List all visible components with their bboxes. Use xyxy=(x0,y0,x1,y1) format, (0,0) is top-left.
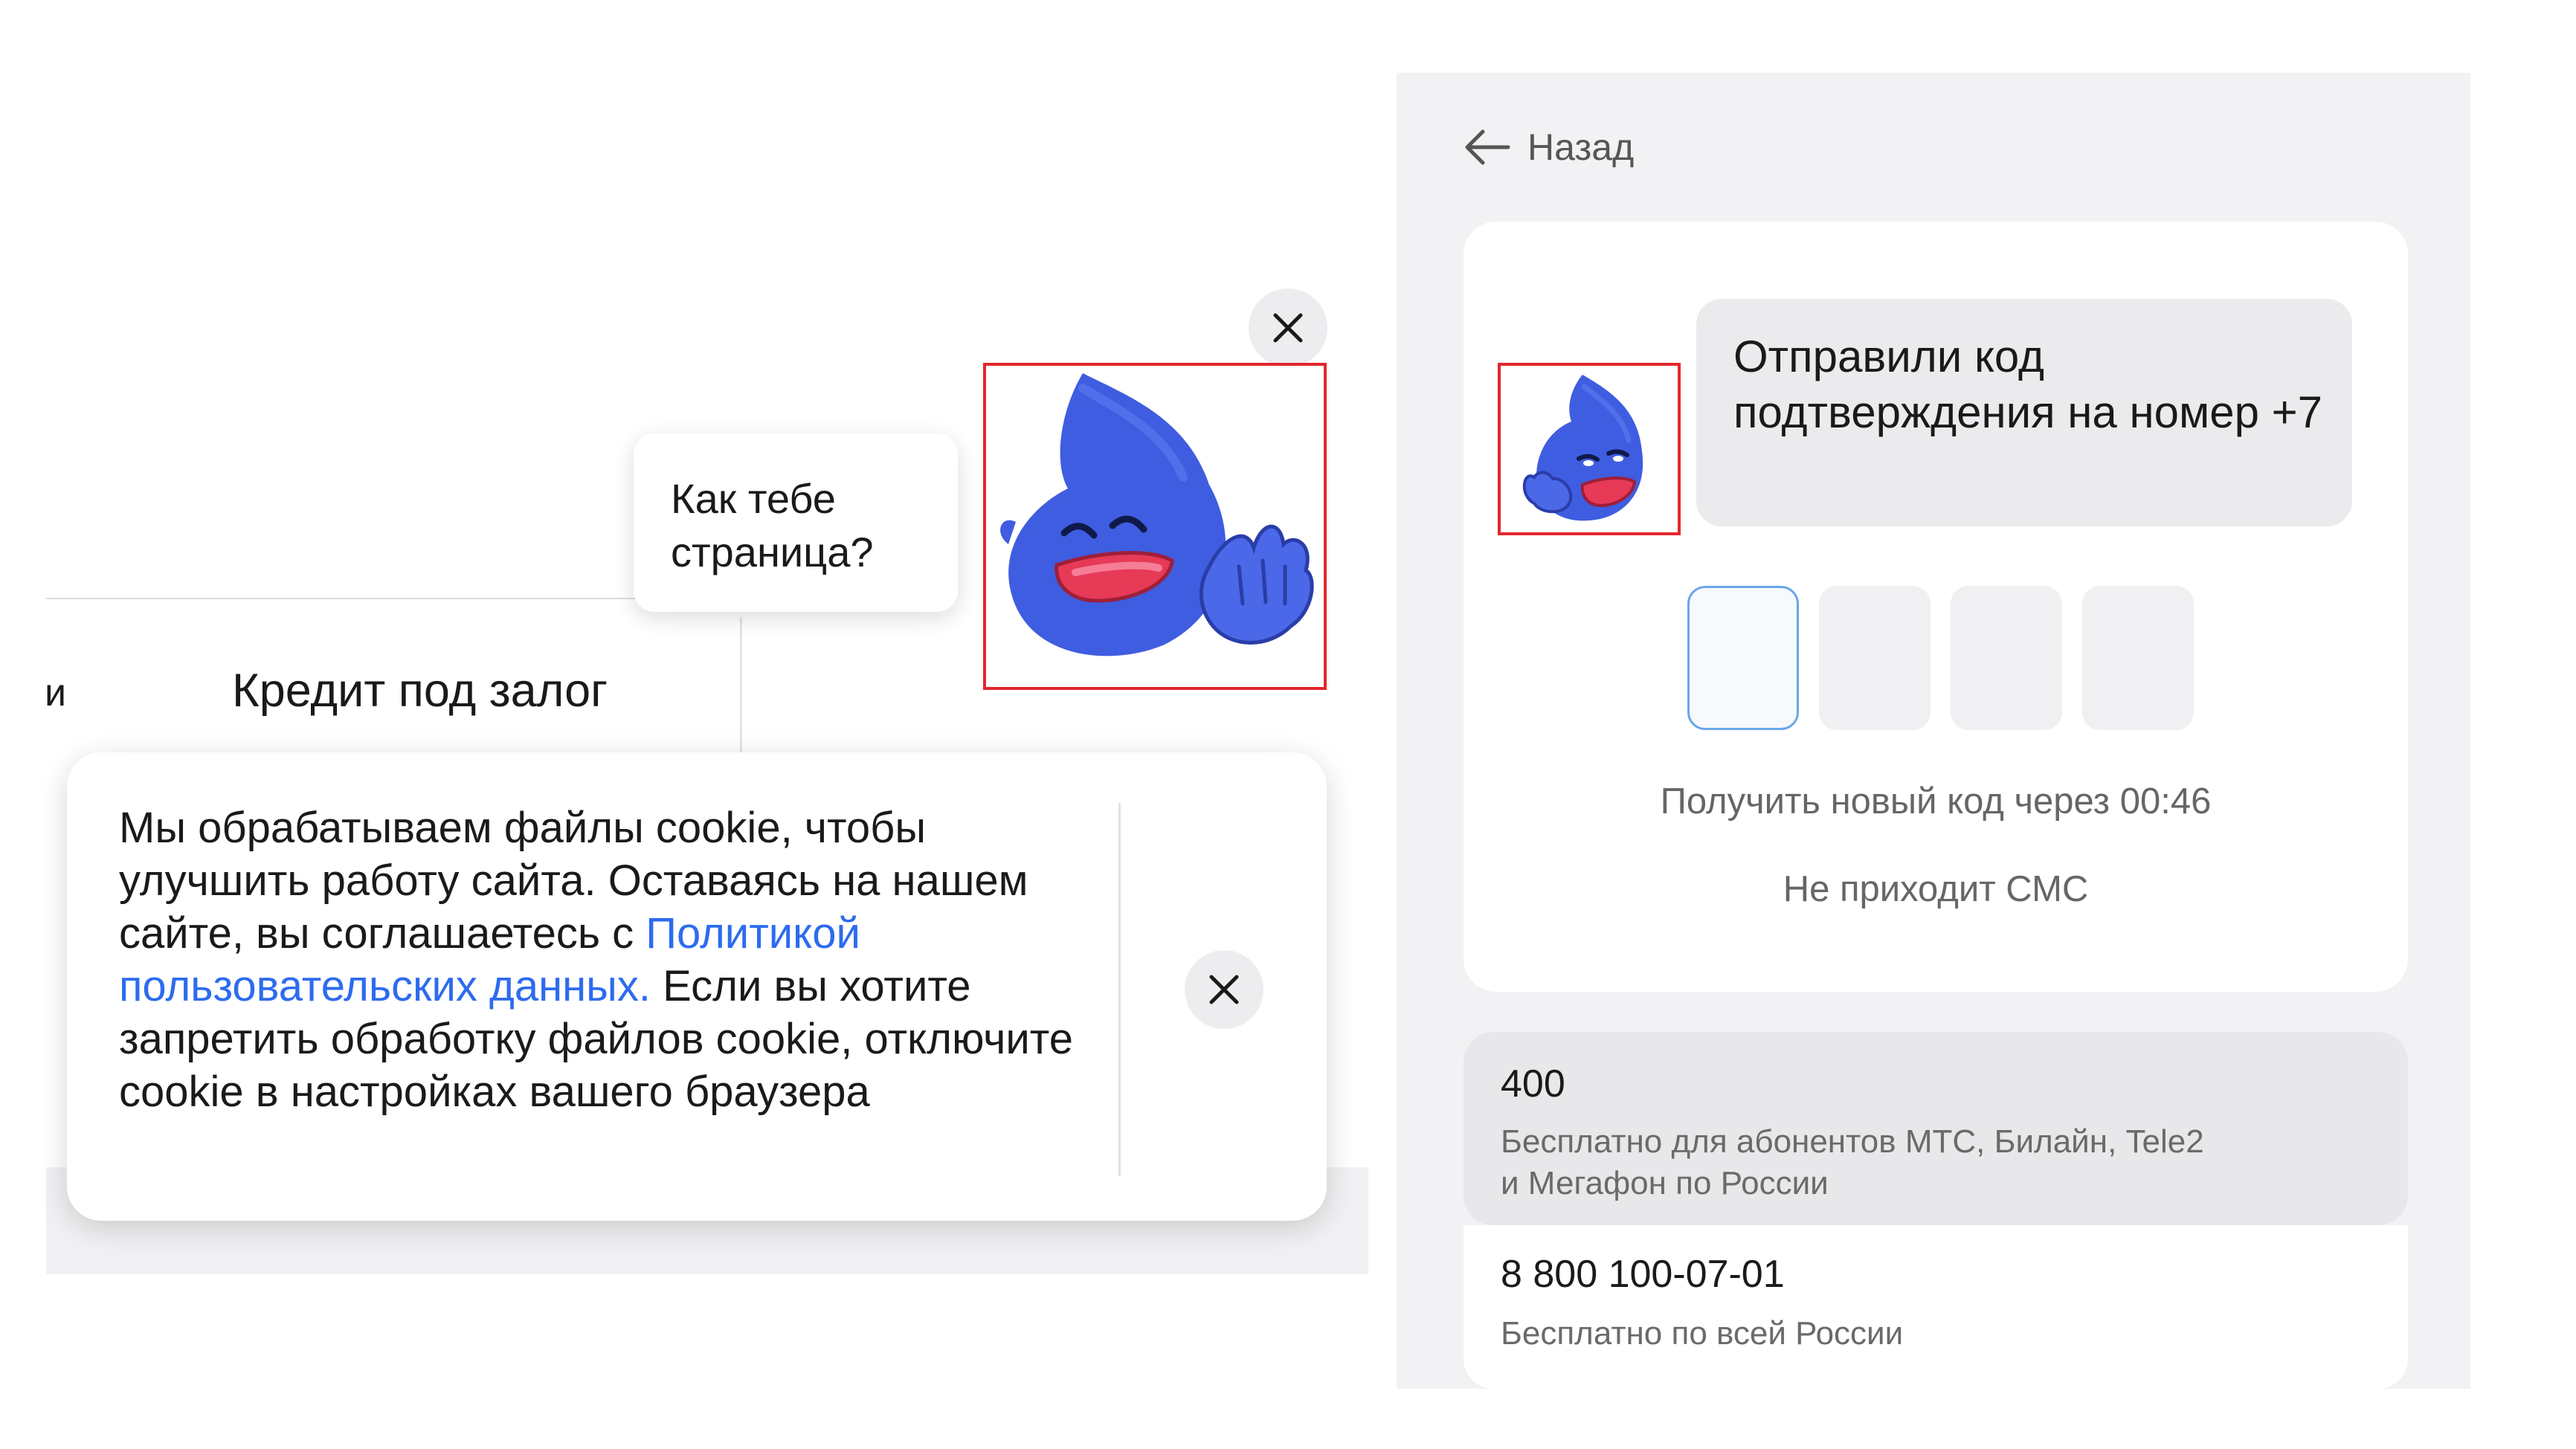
resend-timer: Получить новый код через 00:46 xyxy=(1660,781,2212,822)
cookie-close-button[interactable] xyxy=(1185,950,1263,1029)
otp-digit-1[interactable] xyxy=(1687,586,1799,730)
otp-digit-2[interactable] xyxy=(1819,586,1931,730)
close-icon xyxy=(1273,313,1303,343)
cookie-text-part: Мы обрабатываем файлы cookie, чтобы улуч… xyxy=(119,804,1028,958)
nav-item-credit[interactable]: Кредит под залог xyxy=(232,664,608,717)
nav-divider xyxy=(46,598,738,599)
contact-number: 8 800 100-07-01 xyxy=(1501,1253,1785,1296)
waving-mascot-icon[interactable] xyxy=(986,366,1324,687)
back-label: Назад xyxy=(1527,126,1635,168)
arrow-left-icon xyxy=(1465,129,1510,165)
mascot-close-button[interactable] xyxy=(1249,288,1327,367)
cookie-message: Мы обрабатываем файлы cookie, чтобы улуч… xyxy=(119,801,1115,1118)
otp-card: Отправили код подтверждения на номер +7 … xyxy=(1464,222,2408,992)
nav-item-partial[interactable]: и xyxy=(45,671,66,715)
close-icon xyxy=(1209,975,1239,1004)
mascot-highlight-frame xyxy=(1498,363,1681,535)
contact-option[interactable]: 8 800 100-07-01 Бесплатно по всей России xyxy=(1464,1225,2408,1389)
otp-digit-3[interactable] xyxy=(1951,586,2062,730)
mascot-question: Как тебе страница? xyxy=(671,475,874,575)
contact-description: Бесплатно по всей России xyxy=(1501,1315,1904,1352)
contact-description: Бесплатно для абонентов МТС, Билайн, Tel… xyxy=(1501,1123,2204,1201)
otp-digit-4[interactable] xyxy=(2082,586,2194,730)
contact-option[interactable]: 400 Бесплатно для абонентов МТС, Билайн,… xyxy=(1464,1032,2408,1225)
mascot-speech-bubble[interactable]: Как тебе страница? xyxy=(634,433,958,612)
otp-message: Отправили код подтверждения на номер +7 xyxy=(1733,332,2323,437)
cookie-divider xyxy=(1118,803,1121,1176)
sms-verification-panel: Назад Отправили код подтверждения на ном… xyxy=(1397,73,2470,1389)
contact-number: 400 xyxy=(1501,1062,1565,1106)
no-sms-link[interactable]: Не приходит СМС xyxy=(1464,868,2408,910)
back-button[interactable]: Назад xyxy=(1464,125,1634,170)
cookie-banner: Мы обрабатываем файлы cookie, чтобы улуч… xyxy=(67,752,1327,1221)
otp-message-bubble: Отправили код подтверждения на номер +7 xyxy=(1696,299,2352,526)
mascot-highlight-frame xyxy=(983,363,1327,690)
thinking-mascot-icon xyxy=(1522,375,1643,521)
